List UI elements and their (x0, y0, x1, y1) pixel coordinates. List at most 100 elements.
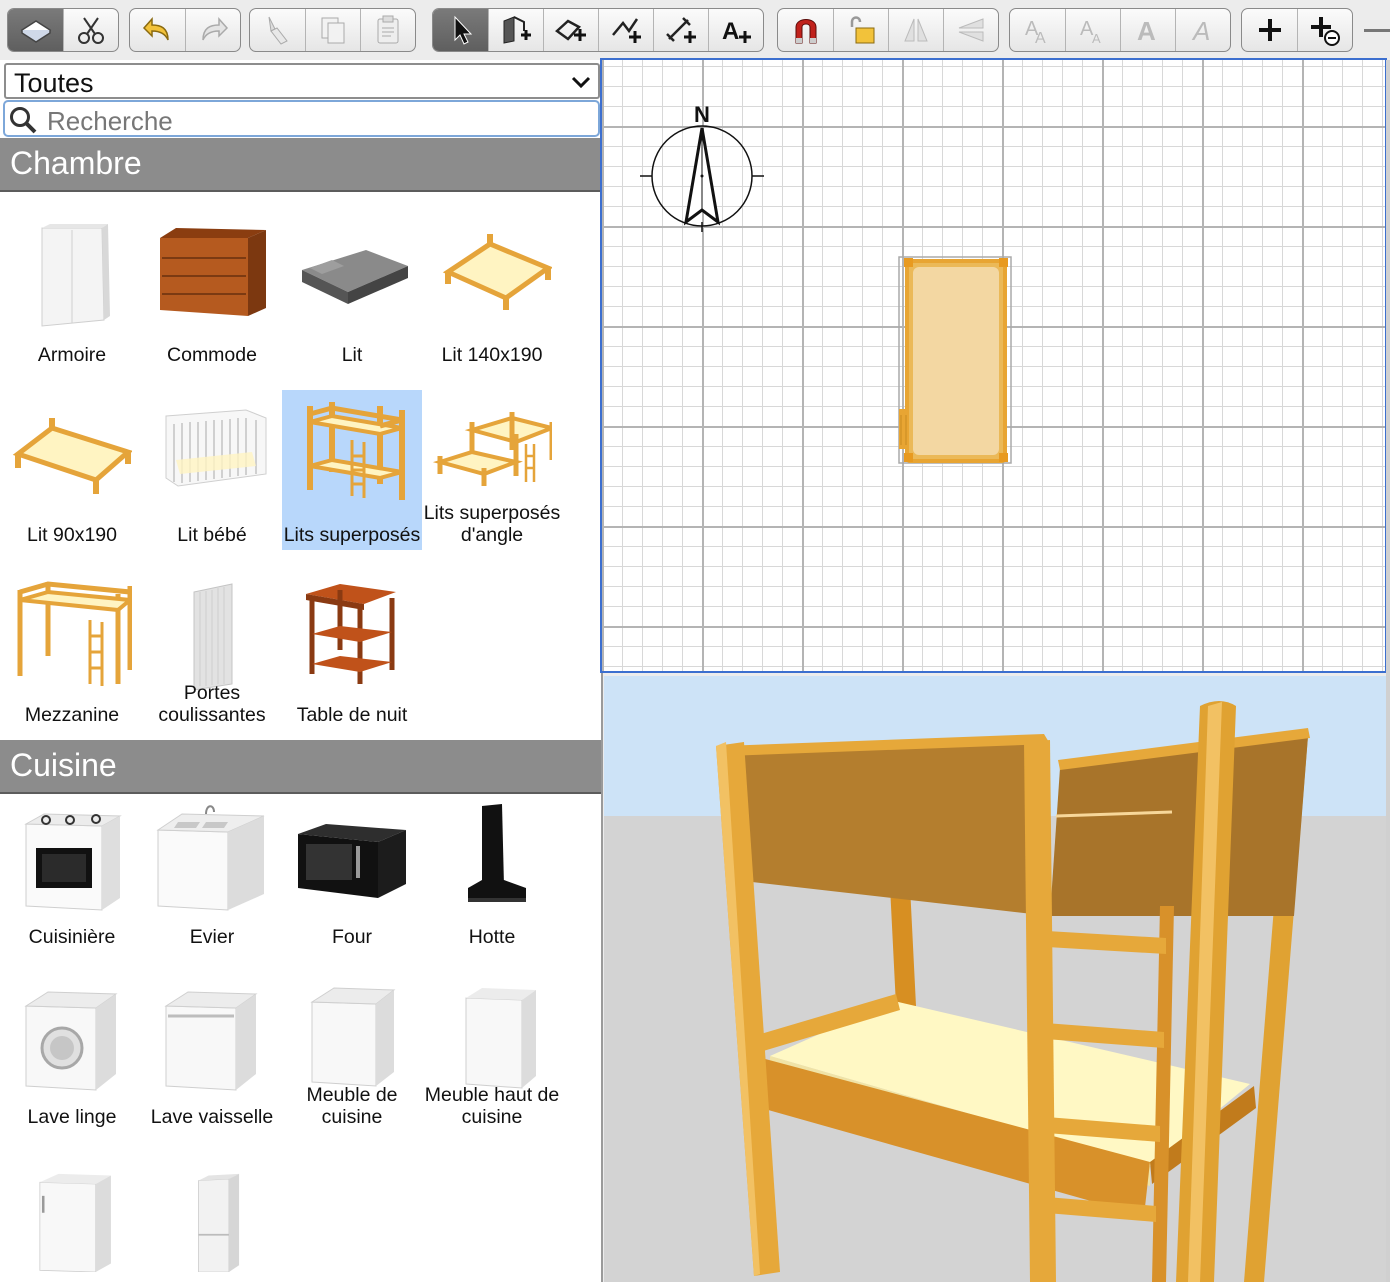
catalog-item-cuisiniere[interactable]: Cuisinière (2, 792, 142, 952)
washing-machine-icon (24, 991, 118, 1091)
create-walls-button[interactable] (488, 9, 543, 51)
catalog-item-commode[interactable]: Commode (142, 210, 282, 370)
zoom-out-partial-icon (1364, 29, 1390, 32)
catalog-item-lit-90x190[interactable]: Lit 90x190 (2, 390, 142, 550)
italic-text-icon: A (1191, 16, 1210, 46)
flip-horizontal-icon (904, 18, 928, 42)
category-select-value: Toutes (14, 68, 94, 98)
catalog-item-label: Commode (167, 344, 257, 366)
catalog-item-armoire[interactable]: Armoire (2, 210, 142, 370)
create-dimensions-icon (666, 17, 696, 43)
catalog-item-lit-bebe[interactable]: Lit bébé (142, 390, 282, 550)
category-select[interactable]: Toutes (4, 63, 600, 99)
catalog-item-label: Mezzanine (24, 704, 120, 726)
italic-text-button[interactable]: A (1175, 9, 1230, 51)
plan-mode-button[interactable] (8, 9, 63, 51)
search-icon (10, 107, 37, 134)
toolbar-group-history (129, 8, 241, 52)
catalog-item-label: Lit 90x190 (27, 524, 117, 546)
paste-button[interactable] (360, 9, 415, 51)
create-walls-icon (503, 16, 531, 44)
select-button[interactable] (433, 9, 488, 51)
flip-vertical-button[interactable] (943, 9, 998, 51)
increase-text-size-button[interactable]: AA (1010, 9, 1065, 51)
catalog-item-lits-superposes-angle[interactable]: Lits superposés d'angle (422, 390, 562, 550)
select-pointer-icon (454, 15, 472, 45)
create-rooms-icon (555, 19, 586, 41)
panel-scroll-edge (1386, 60, 1390, 1282)
toolbar-group-plan-tools: A (432, 8, 764, 52)
paint-brush-icon (268, 16, 288, 45)
undo-button[interactable] (130, 9, 185, 51)
corner-bunk-bed-icon (432, 412, 552, 486)
catalog-item-label: Hotte (468, 926, 516, 948)
catalog-item-meuble-de-cuisine[interactable]: Meuble de cuisine (282, 972, 422, 1132)
catalog-item-label: Lave linge (27, 1106, 117, 1128)
cut-button[interactable] (63, 9, 118, 51)
catalog-item-label: Lit bébé (177, 524, 247, 546)
create-rooms-button[interactable] (543, 9, 598, 51)
catalog-item-lit-140x190[interactable]: Lit 140x190 (422, 210, 562, 370)
kitchen-upper-cabinet-icon (465, 988, 536, 1089)
toolbar-group-clipboard (249, 8, 416, 52)
create-polylines-icon (612, 18, 641, 43)
catalog-item-meuble-haut-de-cuisine[interactable]: Meuble haut de cuisine (422, 972, 562, 1132)
catalog-item-four[interactable]: Four (282, 792, 422, 952)
catalog-item-portes-coulissantes[interactable]: Portes coulissantes (142, 570, 282, 730)
sink-icon (156, 805, 265, 911)
range-hood-icon (468, 804, 526, 902)
kitchen-cabinet-icon (310, 987, 396, 1087)
cooker-icon (24, 813, 122, 911)
catalog-item-lit[interactable]: Lit (282, 210, 422, 370)
dishwasher-icon (164, 991, 258, 1091)
catalog-item-refrigerateur[interactable] (2, 1152, 142, 1282)
add-furniture-icon (1311, 17, 1340, 46)
catalog-item-label: Lits superposés (283, 524, 421, 546)
catalog-item-lave-linge[interactable]: Lave linge (2, 972, 142, 1132)
catalog-item-label: Lave vaisselle (150, 1106, 274, 1128)
paint-button[interactable] (250, 9, 305, 51)
catalog-item-mezzanine[interactable]: Mezzanine (2, 570, 142, 730)
undo-icon (142, 17, 169, 41)
create-dimensions-button[interactable] (653, 9, 708, 51)
decrease-text-size-button[interactable]: AA (1065, 9, 1120, 51)
magnetism-button[interactable] (778, 9, 833, 51)
zoom-in-button[interactable] (1242, 9, 1297, 51)
loft-bed-icon (17, 581, 132, 686)
add-text-button[interactable]: A (708, 9, 763, 51)
bunk-bed-plan-item[interactable] (895, 255, 1015, 467)
toolbar-group-edit (777, 8, 999, 52)
catalog-item-refrigerateur-congelateur[interactable] (142, 1152, 282, 1282)
compass-icon: N (640, 102, 764, 232)
catalog-item-label: Portes coulissantes (158, 682, 266, 726)
catalog-item-table-de-nuit[interactable]: Table de nuit (282, 570, 422, 730)
toolbar-group-text-style: AA AA A A (1009, 8, 1231, 52)
create-polylines-button[interactable] (598, 9, 653, 51)
bold-text-button[interactable]: A (1120, 9, 1175, 51)
search-input[interactable]: Recherche (3, 100, 600, 137)
catalog-item-hotte[interactable]: Hotte (422, 792, 562, 952)
copy-button[interactable] (305, 9, 360, 51)
toolbar-group-zoom (1241, 8, 1353, 52)
toolbar-group-mode (7, 8, 119, 52)
catalog-item-label: Lits superposés d'angle (423, 502, 561, 546)
catalog-item-evier[interactable]: Evier (142, 792, 282, 952)
catalog-item-lits-superposes[interactable]: Lits superposés (282, 390, 422, 550)
bunk-bed-3d-render (604, 676, 1386, 1282)
catalog-item-label: Cuisinière (28, 926, 116, 948)
redo-button[interactable] (185, 9, 240, 51)
catalog-item-lave-vaisselle[interactable]: Lave vaisselle (142, 972, 282, 1132)
3d-view[interactable] (604, 676, 1386, 1282)
add-text-icon: A (722, 18, 751, 45)
catalog-item-label: Four (331, 926, 373, 948)
section-header-cuisine: Cuisine (0, 740, 601, 794)
plan-view[interactable]: N (600, 58, 1387, 673)
flip-horizontal-button[interactable] (888, 9, 943, 51)
compass-rose[interactable]: N (640, 102, 764, 232)
chevron-down-icon (571, 76, 591, 89)
lock-button[interactable] (833, 9, 888, 51)
main-toolbar: A AA AA A A (0, 0, 1390, 60)
flip-vertical-icon (958, 18, 984, 42)
magnetism-icon (795, 19, 816, 44)
add-furniture-button[interactable] (1297, 9, 1352, 51)
